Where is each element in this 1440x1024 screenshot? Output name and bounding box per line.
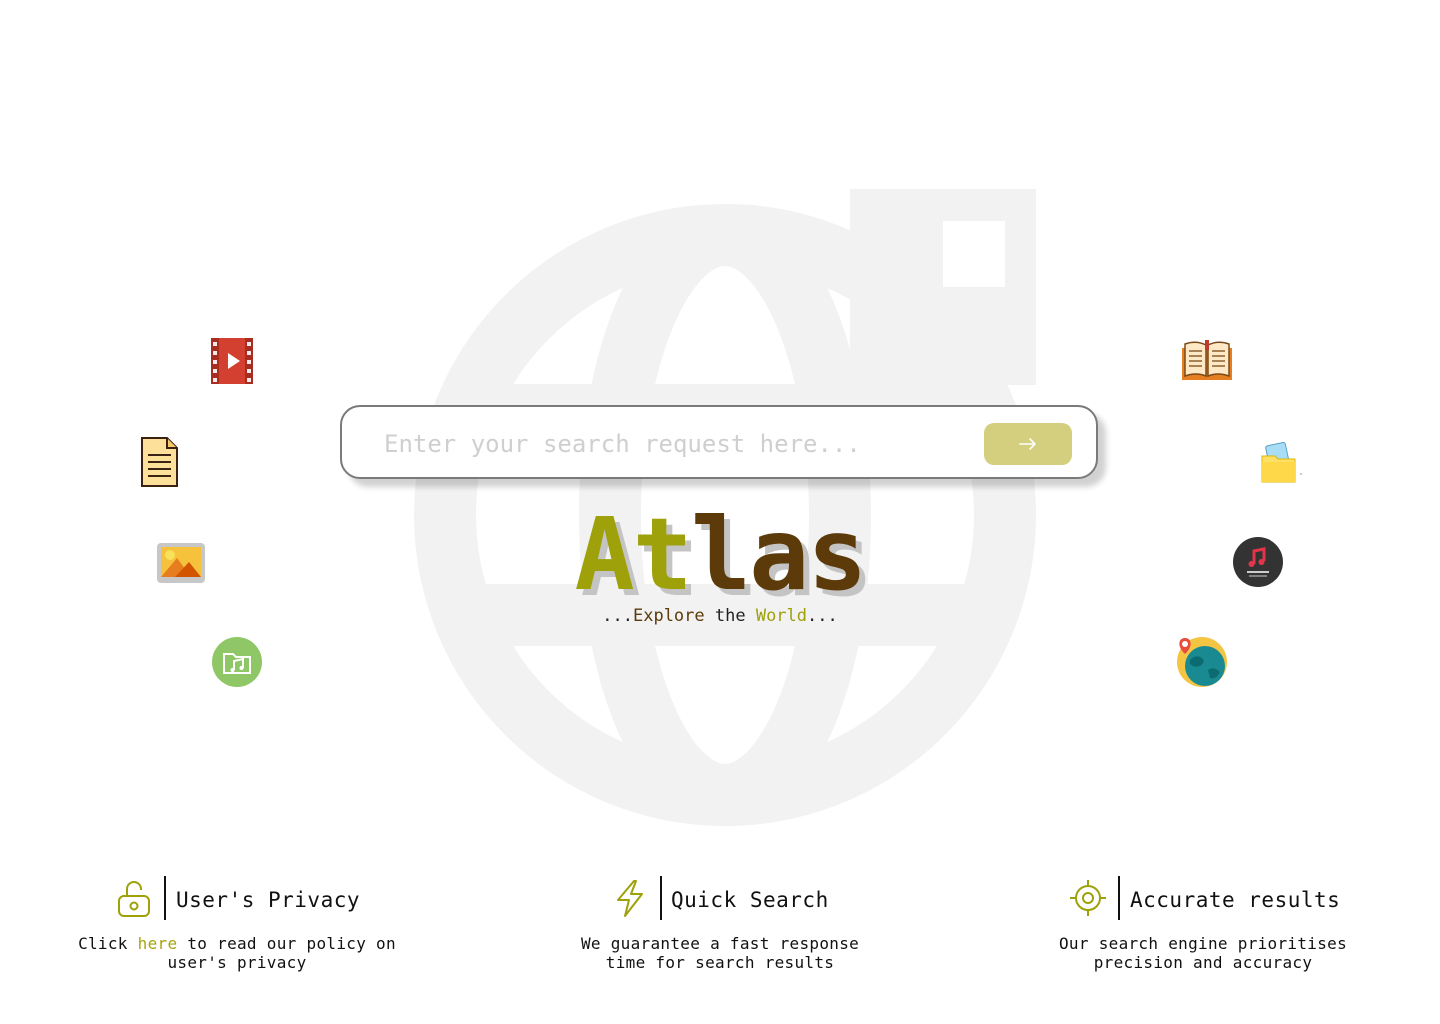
tagline-trail: ...: [807, 606, 838, 626]
feature-quick-search: Quick Search We guarantee a fast respons…: [560, 876, 880, 972]
tagline-middle: the: [704, 606, 756, 626]
feature-desc-text: to read our policy on user's privacy: [167, 934, 406, 972]
document-icon[interactable]: [131, 434, 187, 490]
brand-logo: Atlas: [0, 500, 1440, 610]
feature-privacy: User's Privacy Click here to read our po…: [77, 876, 397, 972]
arrow-right-icon: [1019, 438, 1036, 450]
lightning-icon: [610, 878, 650, 918]
feature-description: Our search engine prioritises precision …: [1058, 934, 1348, 972]
search-submit-button[interactable]: [984, 423, 1072, 465]
feature-title: Accurate results: [1130, 888, 1341, 912]
map-globe-icon[interactable]: [1174, 634, 1230, 690]
search-bar: [340, 405, 1098, 479]
feature-accurate-results: Accurate results Our search engine prior…: [1043, 876, 1363, 972]
feature-description: We guarantee a fast response time for se…: [580, 934, 860, 972]
feature-description: Click here to read our policy on user's …: [77, 934, 397, 972]
feature-divider: [164, 876, 166, 920]
feature-divider: [660, 876, 662, 920]
feature-divider: [1118, 876, 1120, 920]
privacy-policy-link[interactable]: here: [138, 934, 178, 953]
tagline-word-world: World: [755, 606, 808, 626]
video-icon[interactable]: [204, 334, 260, 390]
logo-part-1: At: [574, 496, 692, 613]
search-input[interactable]: [382, 425, 946, 463]
tagline-word-explore: Explore: [632, 606, 705, 626]
target-icon: [1068, 878, 1108, 918]
tagline-lead: ...: [602, 606, 633, 626]
unlock-icon: [114, 878, 154, 918]
feature-title: User's Privacy: [176, 888, 361, 912]
music-folder-icon[interactable]: [209, 634, 265, 690]
feature-title: Quick Search: [671, 888, 829, 912]
feature-desc-text: Click: [78, 934, 138, 953]
tagline: ...Explore the World...: [0, 606, 1440, 626]
book-icon[interactable]: [1179, 334, 1235, 390]
folder-icon[interactable]: [1255, 436, 1311, 492]
logo-part-2: las: [690, 496, 868, 613]
